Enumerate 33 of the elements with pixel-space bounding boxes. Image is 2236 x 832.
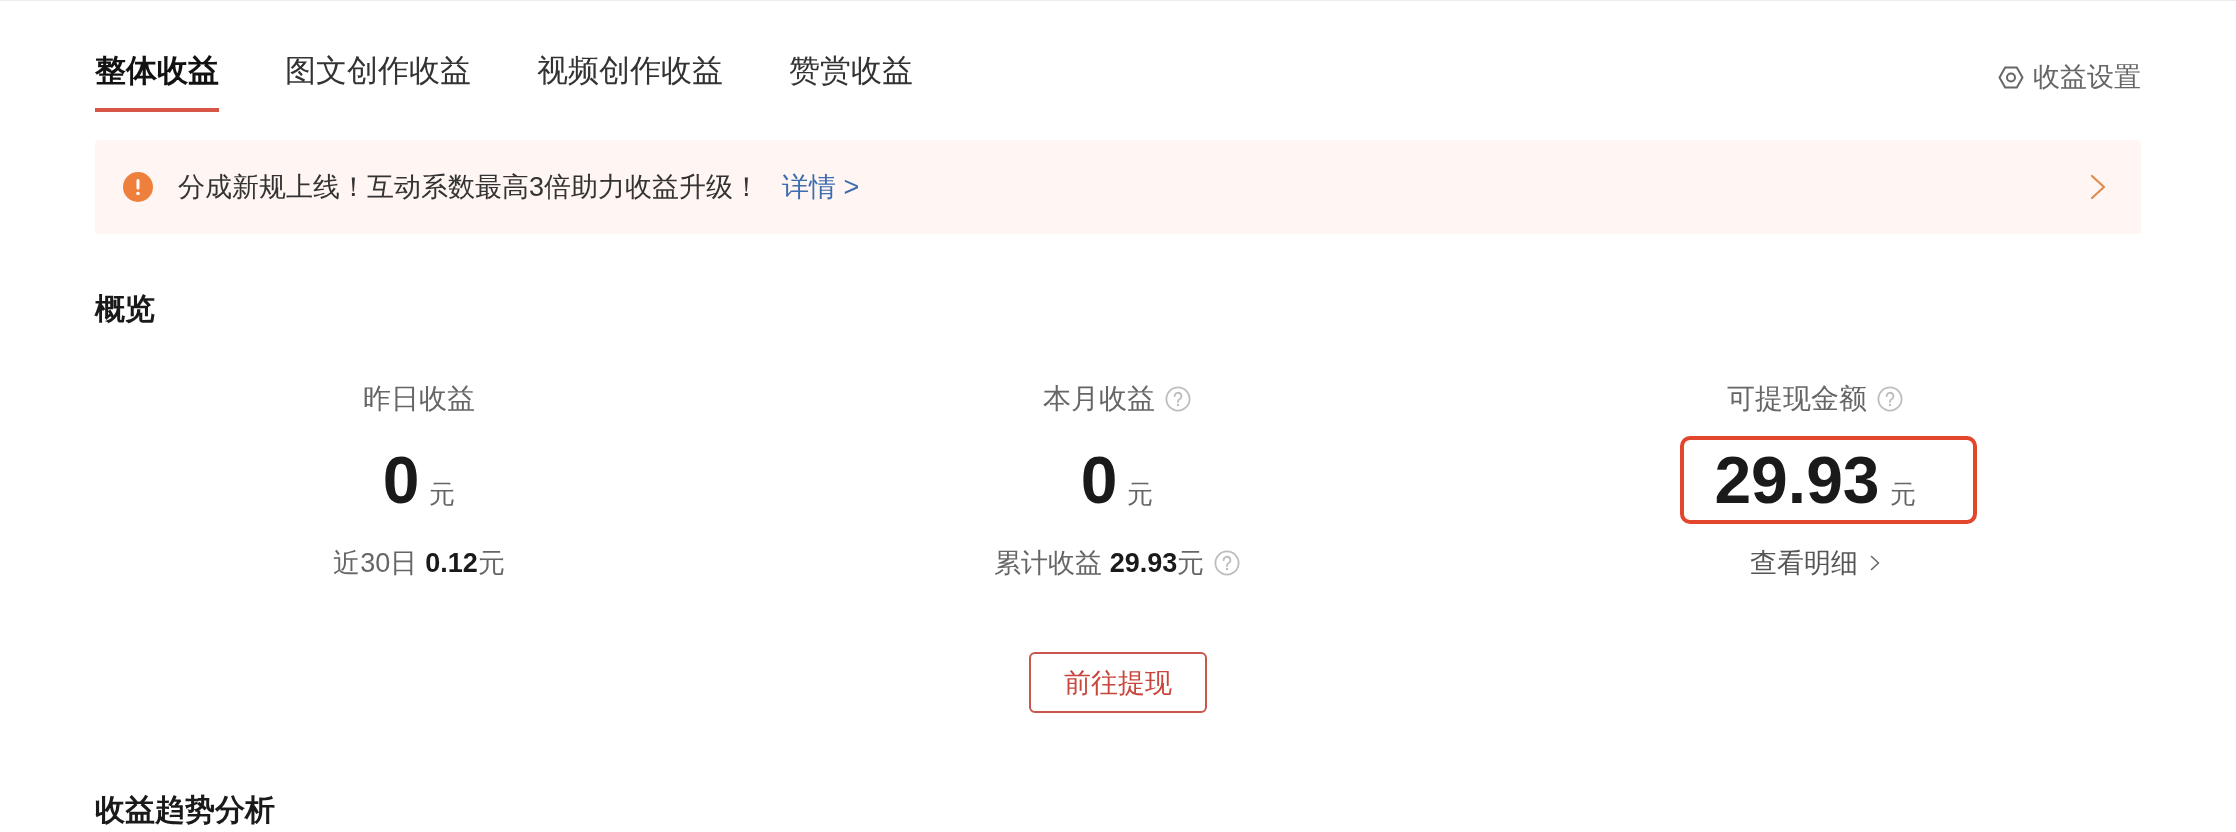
notice-text: 分成新规上线！互动系数最高3倍助力收益升级！ bbox=[178, 171, 761, 204]
stat-label: 本月收益 bbox=[1043, 382, 1155, 416]
tab[interactable]: 图文创作收益 bbox=[285, 49, 471, 112]
tab[interactable]: 赞赏收益 bbox=[789, 49, 913, 112]
stat-label: 可提现金额 bbox=[1727, 382, 1867, 416]
stat-value: 29.93 bbox=[1714, 442, 1880, 519]
tab[interactable]: 视频创作收益 bbox=[537, 49, 723, 112]
stat-value: 0 bbox=[1080, 442, 1118, 519]
stat-label: 昨日收益 bbox=[363, 382, 475, 416]
footer-amount: 0.12 bbox=[425, 547, 478, 580]
withdraw-button[interactable]: 前往提现 bbox=[1029, 652, 1207, 713]
exclamation-icon bbox=[123, 172, 153, 202]
unit-label: 元 bbox=[429, 479, 456, 509]
question-icon[interactable] bbox=[1877, 386, 1903, 412]
tab[interactable]: 整体收益 bbox=[95, 49, 219, 112]
settings-icon bbox=[1998, 65, 2024, 89]
section-title: 收益趋势分析 bbox=[95, 793, 276, 827]
chevron-icon bbox=[1870, 555, 1880, 571]
footer-unit: 元 bbox=[477, 547, 505, 580]
footer-label: 累计收益 bbox=[993, 547, 1102, 580]
question-icon[interactable] bbox=[1165, 386, 1191, 412]
footer-amount: 29.93 bbox=[1109, 547, 1178, 580]
unit-label: 元 bbox=[1127, 479, 1154, 509]
footer-label: 近30日 bbox=[333, 547, 418, 580]
section-title: 概览 bbox=[95, 291, 156, 327]
footer-unit: 元 bbox=[1177, 547, 1205, 580]
details-link[interactable]: 查看明细 bbox=[1750, 545, 1880, 581]
unit-label: 元 bbox=[1889, 479, 1916, 509]
chevron-icon[interactable] bbox=[2090, 174, 2106, 200]
question-icon[interactable] bbox=[1214, 550, 1241, 576]
stat-value: 0 bbox=[382, 442, 420, 519]
details-link[interactable]: 详情 > bbox=[782, 169, 860, 205]
settings-link[interactable]: 收益设置 bbox=[1998, 59, 2141, 95]
